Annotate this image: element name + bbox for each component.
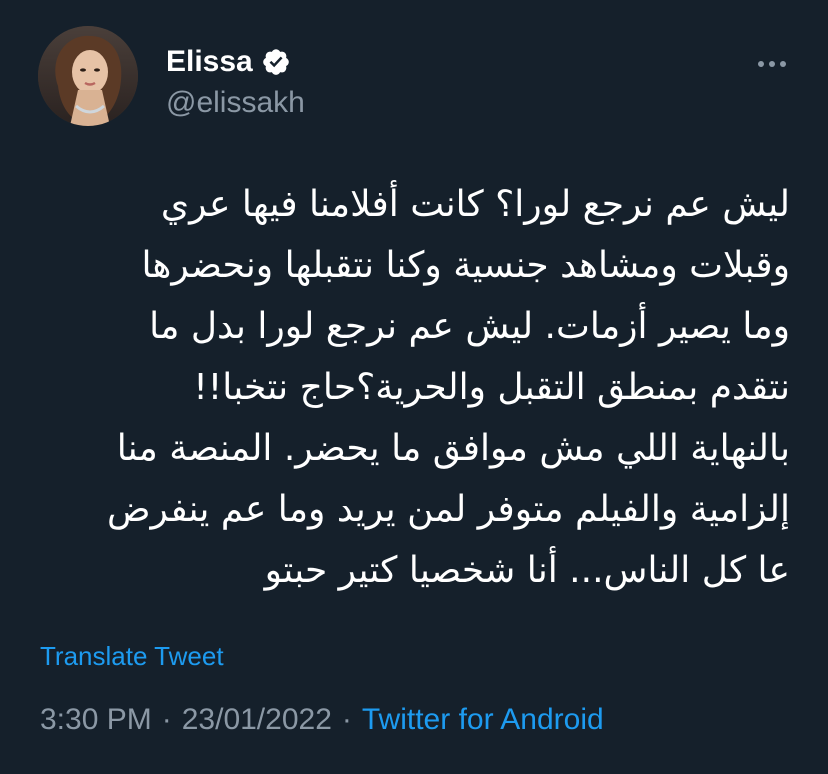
meta-separator: · (341, 703, 352, 736)
tweet-text: ليش عم نرجع لورا؟ كانت أفلامنا فيها عري … (36, 174, 790, 601)
author-name-row[interactable]: Elissa (166, 42, 291, 82)
tweet-date[interactable]: 23/01/2022 (182, 703, 332, 737)
tweet-text-line: وقبلات ومشاهد جنسية وكنا نتقبلها ونحضرها (141, 245, 790, 286)
tweet-text-line: بالنهاية اللي مش موافق ما يحضر. المنصة م… (116, 428, 790, 469)
tweet-text-line: وما يصير أزمات. ليش عم نرجع لورا بدل ما (149, 306, 790, 347)
meta-separator: · (161, 703, 172, 736)
author-handle[interactable]: @elissakh (166, 86, 305, 120)
avatar-image (38, 26, 138, 126)
more-options-button[interactable] (748, 48, 796, 76)
more-horizontal-icon (757, 53, 787, 72)
tweet-source-link[interactable]: Twitter for Android (362, 703, 604, 737)
tweet-text-line: نتقدم بمنطق التقبل والحرية؟حاج نتخبا!! (193, 367, 790, 408)
author-display-name[interactable]: Elissa (166, 45, 253, 79)
tweet-text-line: إلزامية والفيلم متوفر لمن يريد وما عم ين… (106, 489, 790, 530)
tweet-card: Elissa @elissakh ليش عم نرجع لورا؟ كانت … (0, 0, 828, 774)
translate-tweet-link[interactable]: Translate Tweet (40, 641, 224, 672)
tweet-metadata: 3:30 PM · 23/01/2022 · Twitter for Andro… (40, 703, 604, 737)
author-avatar[interactable] (38, 26, 138, 126)
verified-badge-icon (261, 47, 291, 77)
tweet-text-line: ليش عم نرجع لورا؟ كانت أفلامنا فيها عري (160, 184, 790, 225)
tweet-time[interactable]: 3:30 PM (40, 703, 152, 737)
tweet-text-line: عا كل الناس... أنا شخصيا كتير حبتو (264, 550, 790, 591)
